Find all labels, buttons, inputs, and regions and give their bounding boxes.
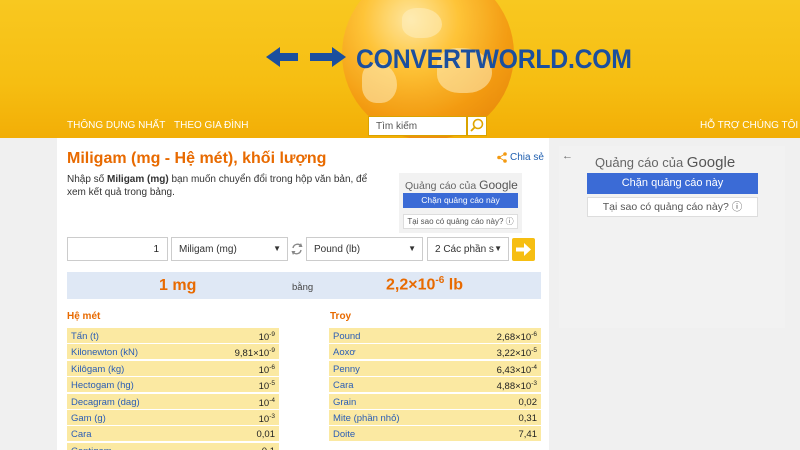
to-unit-select[interactable]: Pound (lb) ▼ [306, 237, 423, 261]
why-ad-button[interactable]: Tại sao có quảng cáo này? ⓘ [587, 197, 758, 217]
table-title-troy: Troy [330, 311, 352, 322]
result-output-value: 2,2×10-6 lb [386, 275, 463, 294]
table-row[interactable]: Doite 7,41 [329, 426, 541, 443]
intro-text: Nhập số Miligam (mg) bạn muốn chuyển đổi… [67, 174, 368, 198]
unit-value: 6,43×10-4 [496, 363, 537, 376]
table-row[interactable]: Hectogam (hg) 10-5 [67, 377, 279, 394]
unit-name: Hectogam (hg) [71, 380, 134, 392]
arrow-right-icon [516, 243, 531, 256]
back-arrow-icon[interactable]: ← [562, 150, 573, 162]
search-icon [470, 118, 484, 132]
ad-box-small: Quảng cáo của Google Chặn quảng cáo này … [399, 173, 522, 233]
swap-units-icon[interactable] [290, 242, 304, 256]
unit-value: 2,68×10-6 [496, 331, 537, 344]
chevron-down-icon: ▼ [408, 244, 416, 253]
convert-button[interactable] [512, 238, 535, 261]
unit-name: Pound [333, 331, 361, 342]
table-row[interactable]: Mite (phần nhỏ) 0,31 [329, 409, 541, 426]
nav-most-common[interactable]: THÔNG DỤNG NHẤT [67, 120, 165, 131]
unit-name: Mite (phần nhỏ) [333, 412, 400, 424]
unit-value: 0,01 [256, 429, 276, 441]
nav-by-family[interactable]: THEO GIA ĐÌNH [174, 120, 248, 131]
stop-ad-button[interactable]: Chặn quảng cáo này [403, 193, 518, 208]
table-row[interactable]: Kilonewton (kN) 9,81×10-9 [67, 344, 279, 361]
unit-value: 10-6 [258, 363, 275, 376]
chevron-down-icon: ▼ [494, 244, 502, 253]
table-row[interactable]: Cara 4,88×10-3 [329, 377, 541, 394]
table-row[interactable]: Tấn (t) 10-9 [67, 328, 279, 344]
unit-value: 0,1 [262, 446, 275, 450]
unit-value: 10-4 [258, 396, 275, 409]
unit-name: Centigam [71, 446, 112, 450]
stop-ad-button[interactable]: Chặn quảng cáo này [587, 173, 758, 194]
unit-value: 10-9 [258, 331, 275, 344]
table-title-metric: Hệ mét [67, 311, 101, 322]
unit-value: 4,88×10-3 [496, 380, 537, 393]
table-row[interactable]: Cara 0,01 [67, 426, 279, 443]
table-row[interactable]: Gam (g) 10-3 [67, 409, 279, 426]
unit-value: 10-5 [258, 380, 275, 393]
table-row[interactable]: Grain 0,02 [329, 393, 541, 410]
table-row[interactable]: Pound 2,68×10-6 [329, 328, 541, 344]
unit-name: Aoxơ [333, 347, 356, 359]
nav-support-us[interactable]: HỖ TRỢ CHÚNG TÔI [700, 120, 798, 131]
unit-name: Penny [333, 363, 360, 375]
share-link[interactable]: Chia sẻ [510, 152, 544, 163]
unit-name: Gam (g) [71, 412, 106, 424]
result-equals-label: bằng [292, 282, 314, 293]
result-input-value: 1 mg [159, 277, 197, 294]
table-row[interactable]: Aoxơ 3,22×10-5 [329, 344, 541, 361]
table-row[interactable]: Centigam 0,1 [67, 442, 279, 450]
unit-name: Kilonewton (kN) [71, 347, 139, 359]
site-logo[interactable]: CONVERTWORLD.COM [356, 44, 632, 75]
chevron-down-icon: ▼ [273, 244, 281, 253]
unit-value: 3,22×10-5 [496, 347, 537, 360]
table-row[interactable]: Decagram (dag) 10-4 [67, 393, 279, 410]
unit-value: 0,31 [518, 412, 538, 424]
from-unit-select[interactable]: Miligam (mg) ▼ [171, 237, 288, 261]
unit-name: Cara [71, 429, 92, 441]
share-icon[interactable] [497, 152, 507, 163]
search-input[interactable]: Tìm kiếm [368, 116, 467, 136]
unit-name: Grain [333, 396, 357, 408]
unit-name: Cara [333, 380, 354, 392]
table-row[interactable]: Penny 6,43×10-4 [329, 360, 541, 377]
metric-table: Tấn (t) 10-9 Kilonewton (kN) 9,81×10-9 Kilôg… [67, 328, 279, 450]
unit-name: Tấn (t) [71, 331, 99, 342]
unit-name: Doite [333, 429, 356, 441]
precision-select[interactable]: 2 Các phần s ▼ [427, 237, 509, 261]
table-row[interactable]: Kilôgam (kg) 10-6 [67, 360, 279, 377]
ad-box-large: ← Quảng cáo của Google Chặn quảng cáo nà… [559, 146, 785, 328]
unit-name: Decagram (dag) [71, 396, 140, 408]
ad-label: Quảng cáo của Google [405, 178, 518, 192]
page-title: Miligam (mg - Hệ mét), khối lượng [67, 150, 327, 167]
troy-table: Pound 2,68×10-6 Aoxơ 3,22×10-5 Penny 6,43×10-… [329, 328, 541, 443]
value-input[interactable]: 1 [67, 237, 168, 261]
why-ad-button[interactable]: Tại sao có quảng cáo này? ⓘ [403, 214, 518, 229]
convert-arrows-icon [266, 47, 346, 67]
search-button[interactable] [467, 116, 487, 136]
unit-value: 10-3 [258, 412, 275, 426]
ad-label: Quảng cáo của Google [595, 154, 736, 171]
unit-name: Kilôgam (kg) [71, 363, 125, 375]
unit-value: 7,41 [518, 429, 538, 441]
unit-value: 9,81×10-9 [234, 347, 275, 360]
unit-value: 0,02 [518, 396, 538, 408]
